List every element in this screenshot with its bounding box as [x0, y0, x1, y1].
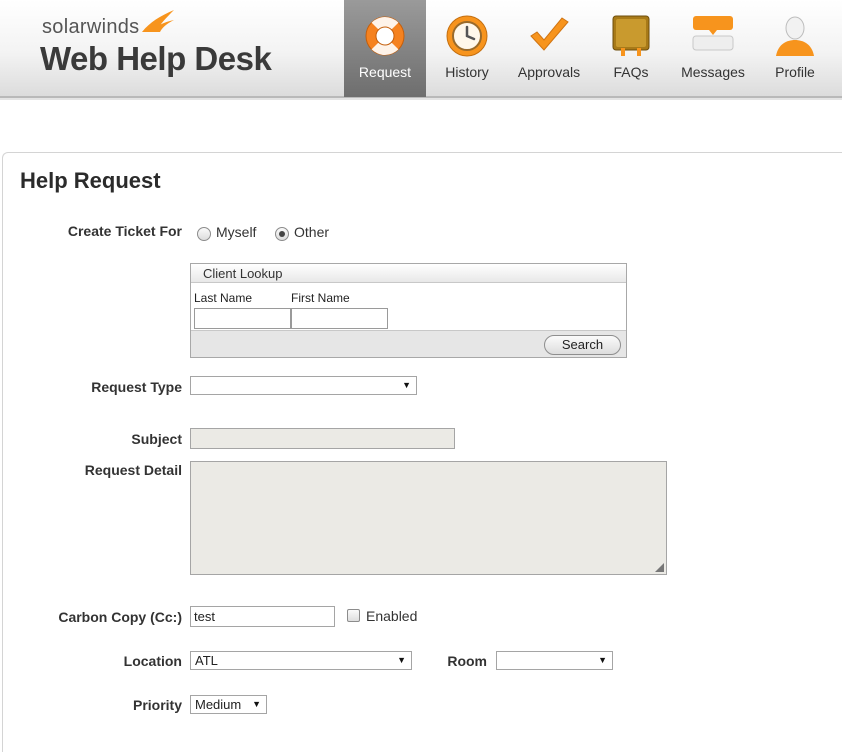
last-name-label: Last Name	[194, 291, 253, 305]
page-title: Help Request	[20, 168, 161, 193]
carbon-copy-label: Carbon Copy (Cc:)	[58, 609, 182, 625]
enabled-checkbox[interactable]	[347, 609, 360, 622]
location-value: ATL	[195, 653, 218, 668]
location-select[interactable]: ATL ▼	[190, 651, 412, 670]
priority-select[interactable]: Medium ▼	[190, 695, 267, 714]
brand-name: Web Help Desk	[40, 40, 272, 77]
clock-icon	[446, 15, 488, 57]
subject-label: Subject	[131, 431, 182, 447]
priority-label: Priority	[132, 697, 182, 713]
location-label: Location	[123, 653, 182, 669]
brand-top: solarwinds	[42, 16, 140, 38]
resize-grip-icon[interactable]	[655, 563, 664, 572]
search-button[interactable]: Search	[544, 335, 621, 355]
client-lookup-panel: Client Lookup Last Name First Name Searc…	[190, 263, 627, 358]
room-select[interactable]: ▼	[496, 651, 613, 670]
radio-myself[interactable]	[197, 227, 211, 241]
radio-other[interactable]	[275, 227, 289, 241]
chevron-down-icon: ▼	[252, 699, 261, 709]
main-nav: Request History Approvals FAQs Messages …	[344, 0, 836, 97]
lifebuoy-icon	[365, 16, 405, 56]
last-name-input[interactable]	[194, 308, 291, 329]
nav-profile-label: Profile	[775, 64, 815, 80]
solarwinds-flame-icon	[142, 10, 174, 32]
room-label: Room	[447, 653, 487, 669]
book-icon	[612, 15, 650, 56]
request-type-select[interactable]: ▼	[190, 376, 417, 395]
nav-request-label: Request	[358, 64, 412, 80]
client-lookup-footer: Search	[191, 330, 626, 357]
first-name-input[interactable]	[291, 308, 388, 329]
nav-faqs-label: FAQs	[613, 64, 649, 80]
first-name-label: First Name	[291, 291, 350, 305]
request-detail-label: Request Detail	[84, 462, 182, 478]
carbon-copy-input[interactable]: test	[190, 606, 335, 627]
priority-value: Medium	[195, 697, 242, 712]
nav-messages[interactable]: Messages	[672, 0, 754, 97]
person-icon	[776, 16, 814, 56]
enabled-checkbox-label: Enabled	[366, 608, 418, 624]
nav-faqs[interactable]: FAQs	[590, 0, 672, 97]
checkmark-icon	[530, 17, 569, 51]
nav-approvals[interactable]: Approvals	[508, 0, 590, 97]
chevron-down-icon: ▼	[397, 655, 406, 665]
app-header: solarwinds Web Help Desk Request History	[0, 0, 842, 100]
nav-profile[interactable]: Profile	[754, 0, 836, 97]
radio-other-label: Other	[294, 224, 330, 240]
chat-bubble-icon	[692, 16, 734, 51]
chevron-down-icon: ▼	[598, 655, 607, 665]
nav-messages-label: Messages	[681, 64, 745, 80]
nav-request[interactable]: Request	[344, 0, 426, 97]
create-ticket-for-label: Create Ticket For	[67, 223, 182, 239]
request-detail-textarea[interactable]	[190, 461, 667, 575]
nav-history[interactable]: History	[426, 0, 508, 97]
subject-input[interactable]	[190, 428, 455, 449]
client-lookup-title: Client Lookup	[191, 264, 626, 283]
chevron-down-icon: ▼	[402, 380, 411, 390]
radio-myself-label: Myself	[216, 224, 257, 240]
request-type-label: Request Type	[91, 379, 182, 395]
nav-approvals-label: Approvals	[517, 64, 581, 80]
nav-history-label: History	[445, 64, 489, 80]
